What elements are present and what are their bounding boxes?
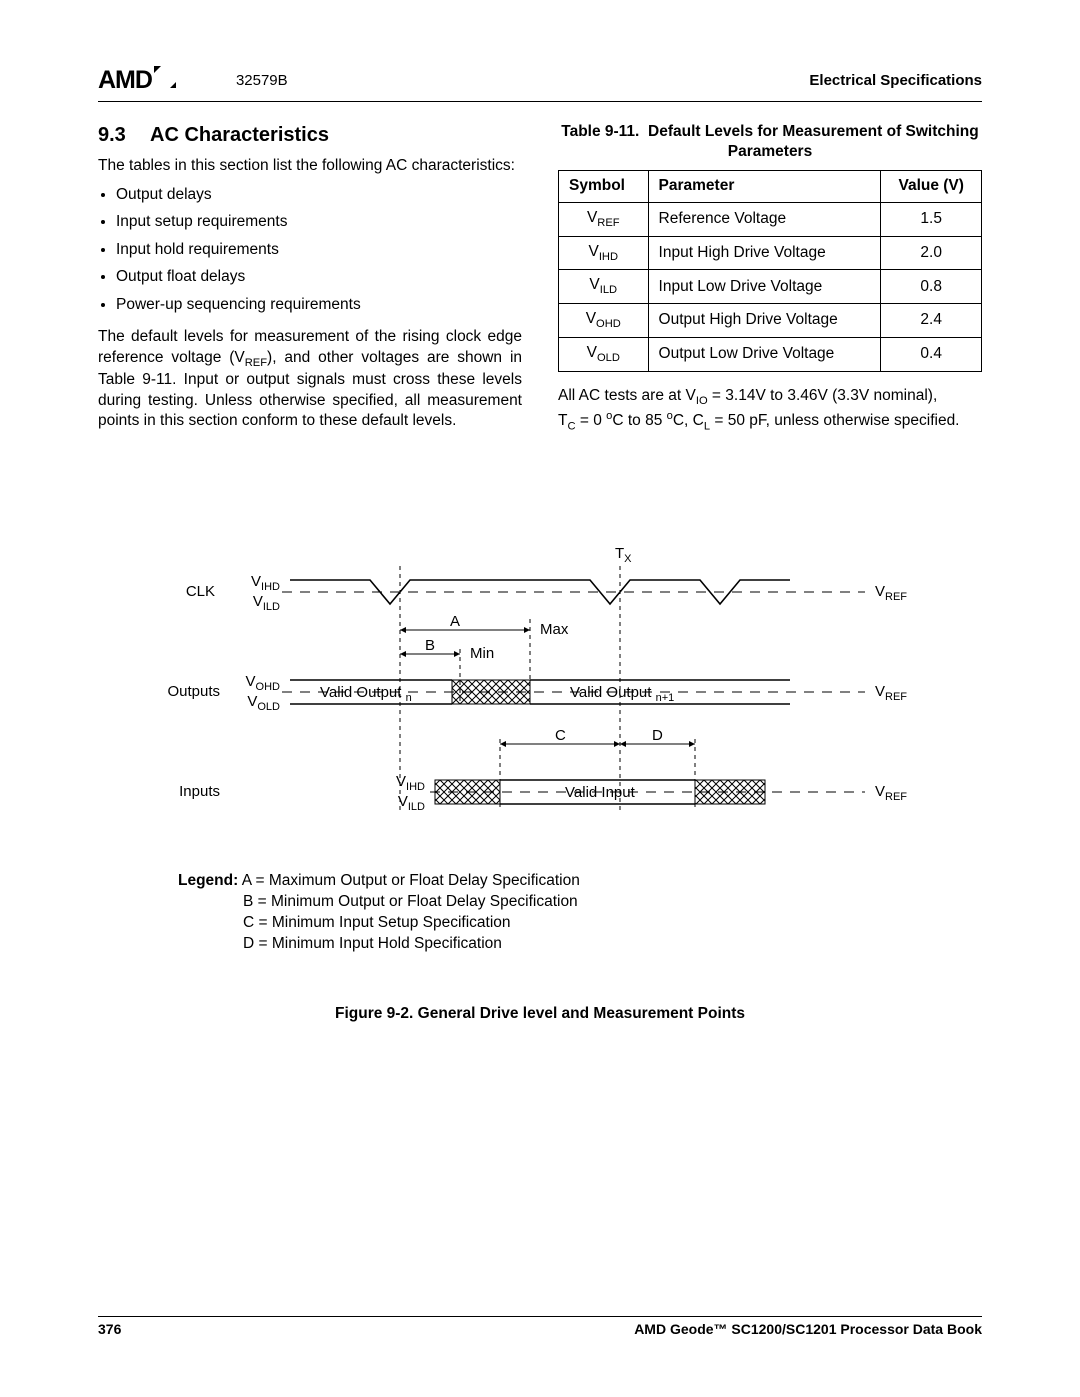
amd-logo: AMD — [98, 66, 176, 95]
section-title: AC Characteristics — [150, 124, 329, 146]
cell-value: 1.5 — [881, 202, 982, 236]
paragraph-2: The default levels for measurement of th… — [98, 327, 522, 432]
section-heading: 9.3AC Characteristics — [98, 122, 522, 148]
fig-vohd: VOHD — [246, 673, 281, 693]
fig-valid-input: Valid Input — [565, 784, 636, 801]
list-item: Output delays — [116, 185, 522, 205]
book-title: AMD Geode™ SC1200/SC1201 Processor Data … — [634, 1321, 982, 1337]
list-item: Input setup requirements — [116, 212, 522, 232]
table-caption: Table 9-11. Default Levels for Measureme… — [558, 122, 982, 162]
table-row: VREF Reference Voltage 1.5 — [559, 202, 982, 236]
table-row: VOLD Output Low Drive Voltage 0.4 — [559, 337, 982, 371]
figure-legend: Legend: A = Maximum Output or Float Dela… — [178, 871, 982, 955]
ac-test-note: All AC tests are at VIO = 3.14V to 3.46V… — [558, 386, 982, 434]
fig-d: D — [652, 727, 663, 744]
cell-param: Reference Voltage — [648, 202, 881, 236]
fig-b: B — [425, 637, 435, 654]
legend-label: Legend: — [178, 872, 238, 889]
fig-max: Max — [540, 621, 569, 638]
section-number: 9.3 — [98, 122, 150, 148]
fig-vild2: VILD — [398, 793, 425, 813]
fig-vref-clk: VREF — [875, 583, 907, 603]
table-row: VOHD Output High Drive Voltage 2.4 — [559, 304, 982, 338]
table-header-row: Symbol Parameter Value (V) — [559, 171, 982, 202]
cell-param: Output Low Drive Voltage — [648, 337, 881, 371]
cell-value: 2.0 — [881, 236, 982, 270]
amd-logo-text: AMD — [98, 66, 152, 95]
levels-table: Symbol Parameter Value (V) VREF Referenc… — [558, 170, 982, 372]
cell-value: 0.8 — [881, 270, 982, 304]
cell-symbol: VIHD — [559, 236, 649, 270]
right-column: Table 9-11. Default Levels for Measureme… — [558, 122, 982, 434]
fig-clk: CLK — [186, 583, 215, 600]
characteristics-list: Output delays Input setup requirements I… — [98, 185, 522, 315]
cell-value: 2.4 — [881, 304, 982, 338]
cell-param: Input High Drive Voltage — [648, 236, 881, 270]
list-item: Input hold requirements — [116, 240, 522, 260]
legend-b: B = Minimum Output or Float Delay Specif… — [243, 893, 578, 910]
fig-c: C — [555, 727, 566, 744]
subscript: REF — [245, 357, 267, 369]
fig-tx: TX — [615, 545, 632, 565]
fig-vihd: VIHD — [251, 573, 280, 593]
fig-inputs: Inputs — [179, 783, 220, 800]
fig-vold: VOLD — [247, 693, 280, 713]
col-symbol: Symbol — [559, 171, 649, 202]
left-column: 9.3AC Characteristics The tables in this… — [98, 122, 522, 434]
fig-a: A — [450, 613, 460, 630]
table-row: VIHD Input High Drive Voltage 2.0 — [559, 236, 982, 270]
figure-caption: Figure 9-2. General Drive level and Meas… — [98, 1005, 982, 1023]
page-header: AMD — [98, 66, 982, 102]
intro-paragraph: The tables in this section list the foll… — [98, 156, 522, 176]
page-number: 376 — [98, 1321, 121, 1337]
list-item: Power-up sequencing requirements — [116, 295, 522, 315]
cell-param: Output High Drive Voltage — [648, 304, 881, 338]
cell-symbol: VOHD — [559, 304, 649, 338]
doc-number: 32579B — [236, 72, 288, 89]
text: Default Levels for Measurement of Switch… — [648, 123, 979, 160]
legend-d: D = Minimum Input Hold Specification — [243, 935, 502, 952]
fig-valid-out-n1: Valid Output n+1 — [570, 684, 674, 704]
fig-valid-out-n: Valid Output n — [320, 684, 412, 704]
fig-min: Min — [470, 645, 494, 662]
legend-a: A = Maximum Output or Float Delay Specif… — [242, 872, 580, 889]
figure-9-2: TX CLK VIHD VILD VREF A Max B Min — [98, 544, 982, 1023]
fig-vref-in: VREF — [875, 783, 907, 803]
page-footer: 376 AMD Geode™ SC1200/SC1201 Processor D… — [98, 1316, 982, 1337]
cell-symbol: VILD — [559, 270, 649, 304]
fig-vref-out: VREF — [875, 683, 907, 703]
cell-param: Input Low Drive Voltage — [648, 270, 881, 304]
col-value: Value (V) — [881, 171, 982, 202]
col-parameter: Parameter — [648, 171, 881, 202]
list-item: Output float delays — [116, 267, 522, 287]
legend-c: C = Minimum Input Setup Specification — [243, 914, 511, 931]
fig-vild: VILD — [253, 593, 280, 613]
cell-value: 0.4 — [881, 337, 982, 371]
text: Table 9-11. — [561, 123, 639, 140]
cell-symbol: VOLD — [559, 337, 649, 371]
table-row: VILD Input Low Drive Voltage 0.8 — [559, 270, 982, 304]
section-name: Electrical Specifications — [809, 72, 982, 89]
cell-symbol: VREF — [559, 202, 649, 236]
amd-logo-icon — [154, 66, 176, 95]
fig-outputs: Outputs — [167, 683, 220, 700]
